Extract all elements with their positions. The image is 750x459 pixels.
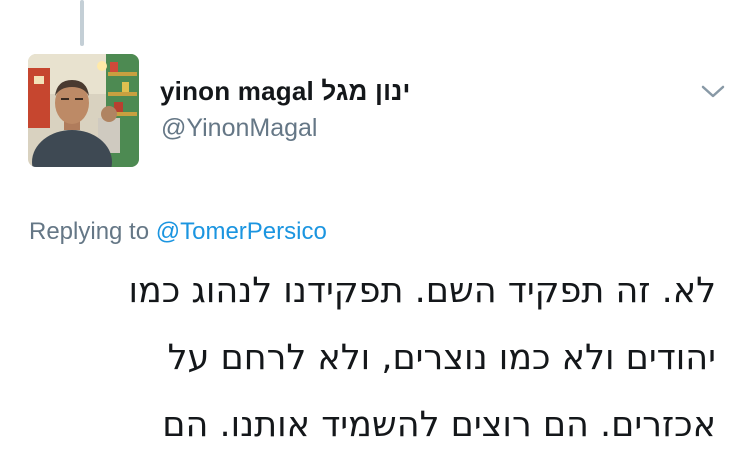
tweet-text: לא. זה תפקיד השם. תפקידנו לנהוג כמו יהוד… — [16, 258, 716, 459]
thread-connector-line — [80, 0, 84, 46]
user-handle[interactable]: @YinonMagal — [161, 114, 317, 143]
replying-to-label: Replying to — [29, 218, 150, 245]
tweet-text-line: לא. זה תפקיד השם. תפקידנו לנהוג כמו — [128, 271, 716, 311]
tweet-text-line: יהודים ולא כמו נוצרים, ולא לרחם על — [167, 338, 716, 378]
profile-photo — [28, 54, 139, 167]
tweet-text-line: אכזרים. הם רוצים להשמיד אותנו. הם — [162, 405, 716, 445]
avatar[interactable] — [28, 54, 139, 167]
chevron-down-icon[interactable] — [700, 82, 726, 102]
display-name[interactable]: yinon magal ינון מגל — [160, 76, 411, 107]
replying-to-line: Replying to @TomerPersico — [29, 218, 327, 246]
reply-mention-link[interactable]: @TomerPersico — [156, 218, 327, 245]
